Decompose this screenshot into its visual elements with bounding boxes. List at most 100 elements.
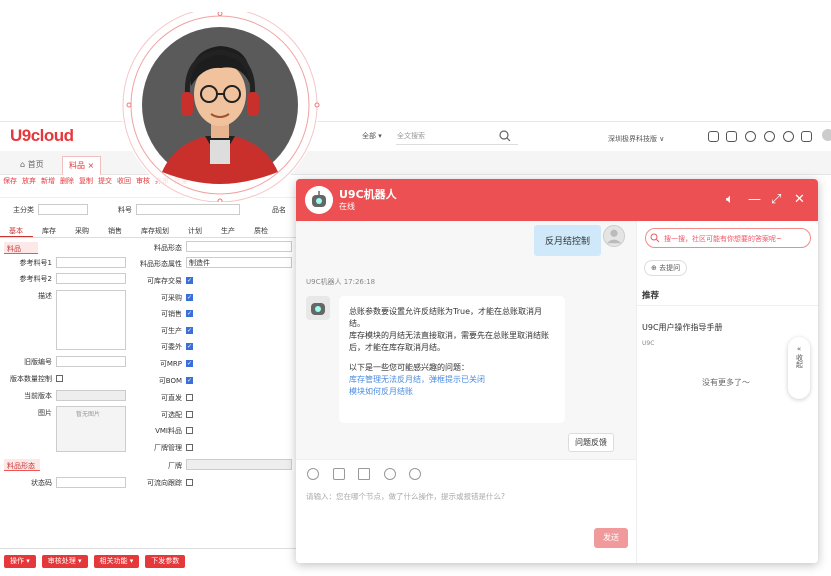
location-icon[interactable] — [409, 468, 421, 480]
collapse-button[interactable]: «收起 — [788, 337, 810, 399]
bot-line-2: 库存模块的月结无法直接取消，需要先在总账里取消结账后，才能在库存取消月结。 — [349, 331, 549, 352]
toolbar-copy[interactable]: 复制 — [79, 176, 93, 196]
ref-code2-input[interactable] — [56, 273, 126, 284]
subtab-production[interactable]: 生产 — [212, 224, 245, 237]
brand-label: 厂牌 — [168, 462, 182, 470]
bot-line-1: 总账参数要设置允许反结账为True，才能在总账取消月结。 — [349, 307, 542, 328]
salable-checkbox[interactable]: ✓ — [186, 310, 193, 317]
subtab-inv-planning[interactable]: 库存规划 — [132, 224, 179, 237]
search-scope-select[interactable]: 全部 ▾ — [362, 131, 382, 141]
org-input[interactable] — [38, 204, 88, 215]
current-version-label: 当前版本 — [24, 392, 52, 400]
vmi-checkbox[interactable] — [186, 427, 193, 434]
subtab-qc[interactable]: 质检 — [245, 224, 278, 237]
item-form-select[interactable] — [186, 241, 292, 252]
bom-label: 可BOM — [158, 377, 182, 385]
send-button[interactable]: 发送 — [594, 528, 628, 548]
profile-avatar[interactable] — [117, 12, 321, 202]
operate-button[interactable]: 操作 ▾ — [4, 555, 36, 568]
emoji-icon[interactable] — [307, 468, 319, 480]
related-functions-button[interactable]: 相关功能 ▾ — [93, 555, 140, 568]
subtab-planning[interactable]: 计划 — [179, 224, 212, 237]
image-placeholder: 暂无图片 — [76, 411, 101, 418]
issue-params-button[interactable]: 下发参数 — [145, 555, 186, 568]
toolbar-new[interactable]: 新增 — [41, 176, 55, 196]
chat-input[interactable]: 请输入：您在哪个节点，做了什么操作，提示或报错是什么? — [306, 491, 505, 502]
status-code-input[interactable] — [56, 477, 126, 488]
speaker-icon[interactable]: 🔈︎ — [726, 193, 734, 206]
folder-icon[interactable] — [358, 468, 370, 480]
outsource-checkbox[interactable]: ✓ — [186, 343, 193, 350]
copy-icon[interactable] — [726, 131, 737, 142]
toolbar-save[interactable]: 保存 — [3, 176, 17, 196]
old-code-input[interactable] — [56, 356, 126, 367]
subtab-inventory[interactable]: 库存 — [33, 224, 66, 237]
user-avatar[interactable] — [822, 129, 831, 141]
producible-checkbox[interactable]: ✓ — [186, 327, 193, 334]
desc-label: 描述 — [38, 292, 52, 300]
bot-message-meta: U9C机器人 17:26:18 — [306, 278, 376, 286]
suggest-title: 以下是一些您可能感兴趣的问题： — [349, 363, 469, 372]
bot-avatar-icon — [306, 296, 330, 320]
expand-icon[interactable]: ⤢ — [771, 193, 781, 206]
toolbar-delete[interactable]: 删除 — [60, 176, 74, 196]
clock-icon[interactable] — [384, 468, 396, 480]
layers-icon[interactable] — [745, 131, 756, 142]
flow-track-checkbox[interactable] — [186, 479, 193, 486]
subtab-purchase[interactable]: 采购 — [66, 224, 99, 237]
toolbar-submit[interactable]: 提交 — [98, 176, 112, 196]
tab-home[interactable]: ⌂ 首页 — [14, 156, 50, 175]
image-icon[interactable] — [333, 468, 345, 480]
chat-input-area[interactable] — [296, 459, 636, 563]
calendar-icon[interactable] — [801, 131, 812, 142]
desc-textarea[interactable] — [56, 290, 126, 350]
inv-trade-label: 可库存交易 — [147, 277, 182, 285]
cube-icon[interactable] — [708, 131, 719, 142]
tab-home-label: 首页 — [27, 160, 44, 169]
status-code-label: 状态码 — [31, 479, 52, 487]
vmi-label: VMI料品 — [155, 427, 182, 435]
community-search-input[interactable]: 搜一搜，社区可能有你想要的答案呢~ — [645, 228, 811, 248]
version-ctrl-checkbox[interactable] — [56, 375, 63, 382]
tab-item[interactable]: 料品 × — [62, 156, 102, 175]
user-message-bubble: 反月结控制 — [534, 225, 602, 256]
help-icon[interactable] — [764, 131, 775, 142]
direct-ship-checkbox[interactable] — [186, 394, 193, 401]
side-search-icon — [650, 233, 660, 243]
subtab-sales[interactable]: 销售 — [99, 224, 132, 237]
flow-track-label: 可流向跟踪 — [147, 479, 182, 487]
suggest-link-2[interactable]: 模块如何反月结账 — [349, 386, 555, 398]
item-code-label: 料号 — [118, 206, 132, 214]
ref-code1-label: 参考料号1 — [19, 259, 52, 267]
close-icon[interactable]: ✕ — [794, 193, 805, 206]
mrp-label: 可MRP — [159, 360, 182, 368]
headset-icon[interactable] — [783, 131, 794, 142]
item-code-input[interactable] — [136, 204, 240, 215]
app-logo[interactable]: U9cloud — [10, 126, 74, 146]
ref-code1-input[interactable] — [56, 257, 126, 268]
suggest-link-1[interactable]: 库存管理无法反月结，弹框提示已关闭 — [349, 374, 555, 386]
minimize-icon[interactable]: — — [748, 193, 761, 206]
search-input[interactable]: 全文搜索 — [397, 131, 425, 141]
tab-item-label: 料品 — [69, 161, 85, 170]
configurable-checkbox[interactable] — [186, 411, 193, 418]
company-select[interactable]: 深圳极界科技版 ∨ — [608, 134, 664, 144]
search-icon[interactable] — [499, 130, 511, 142]
manual-link[interactable]: U9C用户操作指导手册 — [642, 322, 723, 333]
ref-code2-label: 参考料号2 — [19, 275, 52, 283]
inv-trade-checkbox[interactable]: ✓ — [186, 277, 193, 284]
approve-process-button[interactable]: 审核处理 ▾ — [41, 555, 88, 568]
robot-avatar — [305, 186, 333, 214]
old-code-label: 旧版编号 — [24, 358, 52, 366]
bottom-divider — [0, 548, 300, 549]
mrp-checkbox[interactable]: ✓ — [186, 360, 193, 367]
subtab-basic[interactable]: 基本 — [0, 224, 33, 237]
purchasable-checkbox[interactable]: ✓ — [186, 294, 193, 301]
brand-mgmt-checkbox[interactable] — [186, 444, 193, 451]
feedback-button[interactable]: 问题反馈 — [568, 433, 614, 452]
toolbar-discard[interactable]: 放弃 — [22, 176, 36, 196]
ask-question-button[interactable]: ⊕ 去提问 — [644, 260, 688, 276]
item-form-attr-select[interactable]: 制造件 — [186, 257, 292, 268]
bom-checkbox[interactable]: ✓ — [186, 377, 193, 384]
collapse-label: 收起 — [795, 354, 804, 368]
